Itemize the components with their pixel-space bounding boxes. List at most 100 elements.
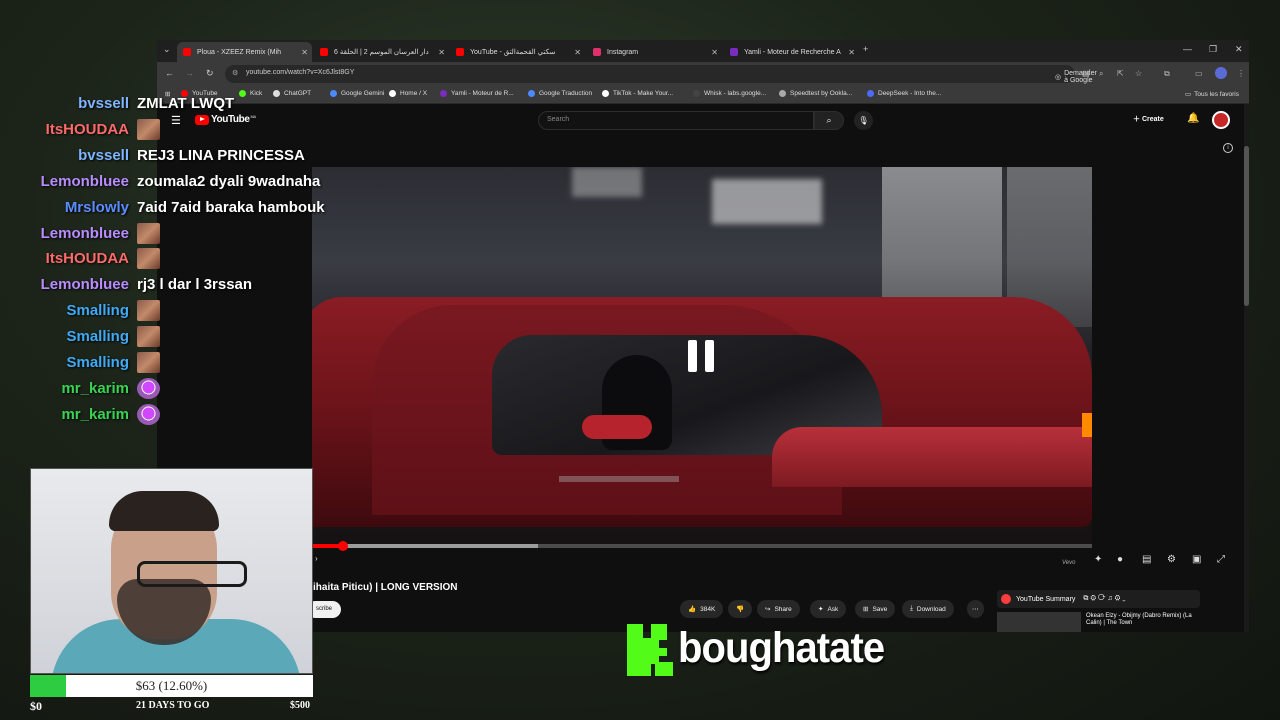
bookmark-label: DeepSeek - Into the... bbox=[878, 90, 942, 97]
notifications-icon[interactable]: 🔔 bbox=[1187, 113, 1199, 124]
voice-search-button[interactable]: 🎙 bbox=[854, 111, 873, 130]
settings-icon[interactable]: ⚙ bbox=[1167, 554, 1176, 565]
create-button[interactable]: ＋ Create bbox=[1133, 114, 1164, 124]
bookmark-item[interactable]: TikTok - Make Your... bbox=[602, 90, 673, 97]
back-icon[interactable]: ← bbox=[165, 68, 174, 78]
goal-days-left: 21 DAYS TO GO bbox=[136, 700, 210, 711]
next-video-thumbnail[interactable] bbox=[997, 612, 1081, 632]
tab-close-icon[interactable]: ✕ bbox=[301, 48, 308, 57]
bookmark-item[interactable]: Speedtest by Ookla... bbox=[779, 90, 852, 97]
lens-icon: ◎ bbox=[1055, 74, 1062, 81]
page-scrollbar[interactable] bbox=[1244, 104, 1249, 632]
bookmarks-folder[interactable]: ▭ Tous les favoris bbox=[1185, 90, 1239, 99]
subtitles-icon[interactable]: ▤ bbox=[1142, 554, 1151, 565]
browser-tab[interactable]: Ploua - XZEEZ Remix (Mih ✕ bbox=[177, 42, 312, 62]
browser-tab[interactable]: Yamli - Moteur de Recherche A ✕ bbox=[724, 42, 859, 62]
tab-close-icon[interactable]: ✕ bbox=[848, 48, 855, 57]
site-info-icon[interactable]: ⚙ bbox=[232, 69, 238, 77]
progress-bar[interactable] bbox=[312, 541, 1092, 551]
forward-icon[interactable]: → bbox=[185, 68, 194, 78]
tab-close-icon[interactable]: ✕ bbox=[574, 48, 581, 57]
tab-search-icon[interactable]: ⌄ bbox=[163, 44, 171, 55]
pause-icon[interactable] bbox=[688, 340, 714, 372]
browser-tab[interactable]: Instagram ✕ bbox=[587, 42, 722, 62]
chat-message: Lemonbluee bbox=[0, 222, 340, 245]
bookmark-label: Yamli - Moteur de R... bbox=[451, 90, 514, 97]
kick-logo-icon bbox=[627, 624, 673, 676]
fullscreen-icon[interactable]: ⤢ bbox=[1217, 554, 1225, 565]
sidebar-icon[interactable]: ▭ bbox=[1195, 69, 1203, 78]
bookmark-favicon-icon bbox=[528, 90, 535, 97]
tab-close-icon[interactable]: ✕ bbox=[711, 48, 718, 57]
autoplay-toggle[interactable]: ● bbox=[1117, 554, 1123, 565]
tab-close-icon[interactable]: ✕ bbox=[438, 48, 445, 57]
google-lens-pill[interactable]: ◎ Demander à Google bbox=[1055, 68, 1097, 86]
share-page-icon[interactable]: ⇱ bbox=[1117, 69, 1124, 78]
bookmark-label: Whisk - labs.google... bbox=[704, 90, 767, 97]
maximize-button[interactable]: ❐ bbox=[1209, 44, 1217, 55]
search-input[interactable]: Search bbox=[538, 111, 814, 130]
video-player[interactable] bbox=[312, 167, 1092, 545]
url-text[interactable]: youtube.com/watch?v=Xc6Jlst8GY bbox=[246, 69, 354, 76]
bookmark-label: Speedtest by Ookla... bbox=[790, 90, 853, 97]
browser-tab[interactable]: دار العرسان الموسم 2 | الحلقة 6 ✕ bbox=[314, 42, 449, 62]
emote-face-icon bbox=[137, 248, 160, 270]
more-actions-button[interactable]: ⋯ bbox=[967, 600, 984, 618]
chat-message: ItsHOUDAA bbox=[0, 118, 340, 141]
summary-logo-icon bbox=[1001, 594, 1011, 604]
browser-tab[interactable]: YouTube - سكتي القحمةالتق ✕ bbox=[450, 42, 585, 62]
bookmark-item[interactable]: Yamli - Moteur de R... bbox=[440, 90, 514, 97]
new-tab-button[interactable]: + bbox=[863, 44, 868, 54]
minimize-button[interactable]: — bbox=[1183, 44, 1192, 54]
video-scene-light bbox=[572, 167, 642, 197]
ai-sparkle-icon[interactable]: ✦ bbox=[1094, 554, 1102, 565]
dislike-button[interactable]: 👎 bbox=[728, 600, 753, 618]
download-button[interactable]: ⤓ Download bbox=[902, 600, 954, 618]
miniplayer-icon[interactable]: ▣ bbox=[1192, 554, 1201, 565]
summary-tools-icon[interactable]: ⧉ ⚙ ⟳ ♫ ⚙ ⌄ bbox=[1083, 595, 1125, 603]
ask-button[interactable]: ✦ Ask bbox=[810, 600, 847, 618]
account-avatar[interactable] bbox=[1212, 111, 1230, 129]
google-pill-label: Demander à Google bbox=[1064, 70, 1097, 84]
address-bar[interactable]: ⚙ youtube.com/watch?v=Xc6Jlst8GY ◎ Deman… bbox=[225, 65, 1097, 84]
tab-strip: ⌄ Ploua - XZEEZ Remix (Mih ✕ دار العرسان ا… bbox=[157, 40, 1249, 62]
share-label: Share bbox=[774, 605, 792, 613]
like-button[interactable]: 👍 384K bbox=[680, 600, 724, 618]
next-icon[interactable]: › bbox=[315, 554, 318, 563]
share-button[interactable]: ↪ Share bbox=[757, 600, 800, 618]
summary-label: YouTube Summary bbox=[1016, 595, 1076, 603]
streamer-glasses bbox=[137, 561, 247, 587]
tab-label: Yamli - Moteur de Recherche A bbox=[744, 48, 841, 56]
youtube-summary-extension[interactable]: YouTube Summary ⧉ ⚙ ⟳ ♫ ⚙ ⌄ bbox=[997, 590, 1200, 608]
bookmark-label: Home / X bbox=[400, 90, 428, 97]
chat-username: Lemonbluee bbox=[40, 224, 129, 242]
profile-avatar[interactable] bbox=[1215, 67, 1227, 79]
search-button[interactable]: ⌕ bbox=[814, 111, 844, 130]
video-scene-pump bbox=[882, 167, 1002, 307]
chat-text: ZMLAT LWQT bbox=[137, 95, 235, 112]
scrollbar-thumb[interactable] bbox=[1244, 146, 1249, 306]
next-video-title[interactable]: Okean Elzy - Obijmy (Dabro Remix) (La Ca… bbox=[1086, 613, 1196, 627]
create-label: Create bbox=[1141, 116, 1164, 123]
zoom-icon[interactable]: ⌕ bbox=[1099, 69, 1103, 79]
emote-face-icon bbox=[137, 326, 160, 348]
chat-username: mr_karim bbox=[61, 379, 129, 397]
close-window-button[interactable]: ✕ bbox=[1235, 44, 1243, 55]
bookmark-item[interactable]: Home / X bbox=[389, 90, 427, 97]
channel-name: boughatate bbox=[678, 624, 885, 672]
translate-icon[interactable]: ▤ bbox=[1082, 69, 1090, 78]
bookmark-star-icon[interactable]: ☆ bbox=[1135, 69, 1142, 78]
chat-username: Lemonbluee bbox=[40, 276, 129, 294]
chat-username: Smalling bbox=[66, 328, 129, 346]
bookmark-item[interactable]: Whisk - labs.google... bbox=[693, 90, 766, 97]
bookmark-item[interactable]: Google Traduction bbox=[528, 90, 592, 97]
info-icon[interactable]: i bbox=[1223, 143, 1233, 153]
reload-icon[interactable]: ↻ bbox=[206, 68, 214, 79]
share-icon: ↪ bbox=[765, 606, 771, 613]
save-button[interactable]: ⊞ Save bbox=[855, 600, 896, 618]
extensions-icon[interactable]: ⧉ bbox=[1164, 69, 1170, 79]
scrubber-handle[interactable] bbox=[338, 541, 349, 551]
browser-menu-icon[interactable]: ⋮ bbox=[1237, 69, 1245, 78]
chat-username: Smalling bbox=[66, 354, 129, 371]
bookmark-item[interactable]: DeepSeek - Into the... bbox=[867, 90, 941, 97]
